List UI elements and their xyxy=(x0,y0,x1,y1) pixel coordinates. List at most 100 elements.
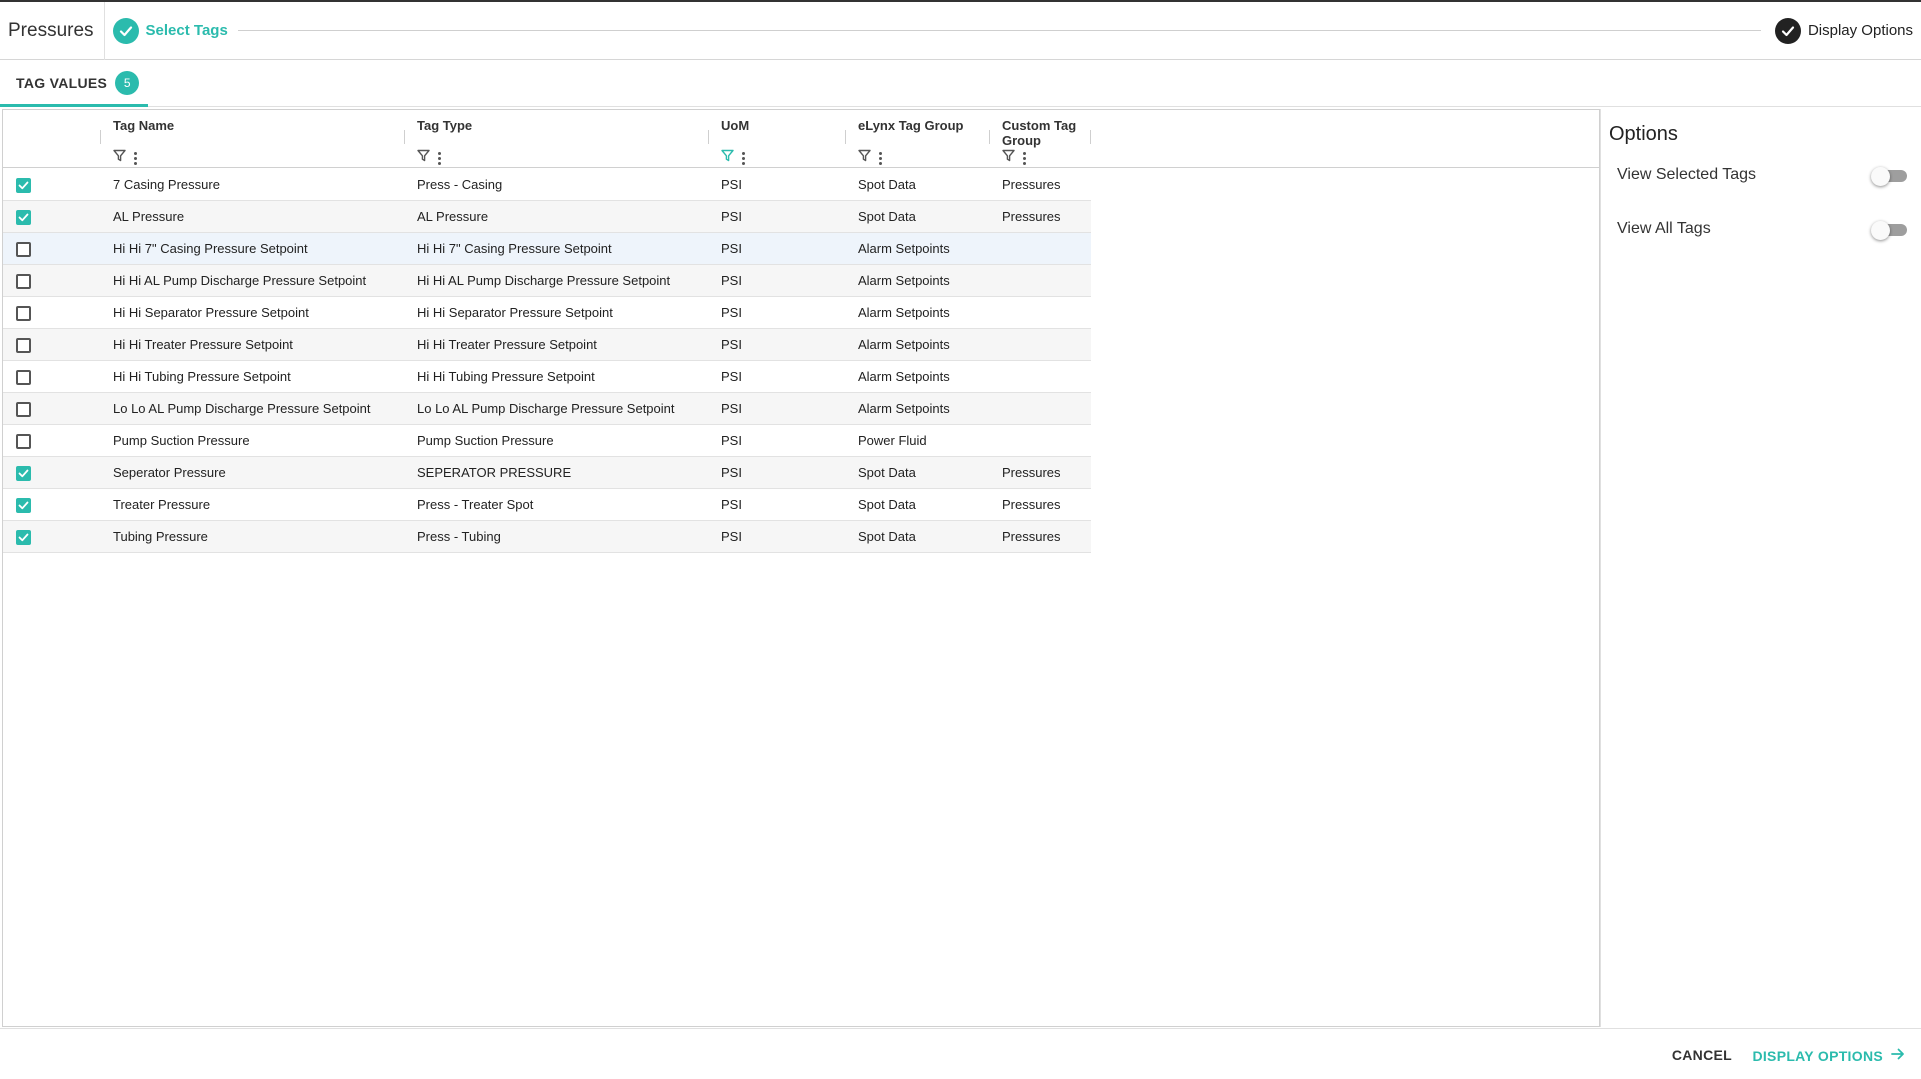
button-label: DISPLAY OPTIONS xyxy=(1752,1047,1883,1064)
column-label: Tag Name xyxy=(113,118,175,133)
cell-type: Pump Suction Pressure xyxy=(417,433,554,448)
row-checkbox[interactable] xyxy=(16,434,31,449)
cell-uom: PSI xyxy=(721,401,742,416)
table-row[interactable]: Lo Lo AL Pump Discharge Pressure Setpoin… xyxy=(3,393,1091,425)
option-view-all-tags: View All Tags xyxy=(1617,217,1907,241)
cell-custom xyxy=(1002,329,1092,361)
row-checkbox[interactable] xyxy=(16,274,31,289)
cell-group: Spot Data xyxy=(858,209,916,224)
cell-uom: PSI xyxy=(721,273,742,288)
cell-type: Press - Tubing xyxy=(417,529,501,544)
column-menu-icon[interactable] xyxy=(132,151,138,165)
column-menu-icon[interactable] xyxy=(436,151,442,165)
grid-header: Tag Name Tag Type UoM eLynx Tag Group Cu… xyxy=(3,110,1599,168)
cell-custom xyxy=(1002,297,1092,329)
column-header-tag-type[interactable]: Tag Type xyxy=(407,110,707,168)
view-selected-tags-toggle[interactable] xyxy=(1871,167,1907,186)
cell-group: Alarm Setpoints xyxy=(858,241,950,256)
row-checkbox[interactable] xyxy=(16,498,31,513)
cell-uom: PSI xyxy=(721,465,742,480)
cell-custom xyxy=(1002,425,1092,457)
header-stepper: Pressures Select Tags Display Options xyxy=(0,1,1921,60)
column-header-elynx-tag-group[interactable]: eLynx Tag Group xyxy=(848,110,988,168)
row-checkbox[interactable] xyxy=(16,210,31,225)
cell-type: Hi Hi Separator Pressure Setpoint xyxy=(417,305,613,320)
cell-name: Hi Hi Separator Pressure Setpoint xyxy=(113,305,309,320)
column-header-uom[interactable]: UoM xyxy=(711,110,841,168)
cell-name: Seperator Pressure xyxy=(113,465,226,480)
table-row[interactable]: Hi Hi AL Pump Discharge Pressure Setpoin… xyxy=(3,265,1091,297)
row-checkbox[interactable] xyxy=(16,370,31,385)
filter-icon[interactable] xyxy=(417,149,430,167)
check-circle-icon xyxy=(112,17,139,44)
tab-bar: TAG VALUES 5 xyxy=(0,61,1921,107)
filter-icon[interactable] xyxy=(721,149,734,167)
column-header-custom-tag-group[interactable]: Custom Tag Group xyxy=(992,110,1090,168)
button-label: CANCEL xyxy=(1671,1047,1732,1063)
tab-tag-values[interactable]: TAG VALUES 5 xyxy=(0,61,148,107)
table-row[interactable]: 7 Casing Pressure Press - Casing PSI Spot D… xyxy=(3,169,1091,201)
column-separator xyxy=(708,130,709,144)
column-menu-icon[interactable] xyxy=(1021,151,1027,165)
table-row[interactable]: Hi Hi Separator Pressure Setpoint Hi Hi S… xyxy=(3,297,1091,329)
view-all-tags-toggle[interactable] xyxy=(1871,221,1907,240)
column-label: Tag Type xyxy=(417,118,473,133)
table-row[interactable]: Tubing Pressure Press - Tubing PSI Spot Dat… xyxy=(3,521,1091,553)
cell-group: Power Fluid xyxy=(858,433,927,448)
row-checkbox[interactable] xyxy=(16,242,31,257)
cell-group: Spot Data xyxy=(858,529,916,544)
cell-name: Hi Hi 7" Casing Pressure Setpoint xyxy=(113,241,308,256)
filter-icon[interactable] xyxy=(858,149,871,167)
table-row[interactable]: Seperator Pressure SEPERATOR PRESSURE PSI S… xyxy=(3,457,1091,489)
cell-custom: Pressures xyxy=(1002,465,1061,480)
cell-name: Lo Lo AL Pump Discharge Pressure Setpoin… xyxy=(113,401,371,416)
filter-icon[interactable] xyxy=(113,149,126,167)
cell-custom: Pressures xyxy=(1002,497,1061,512)
row-checkbox[interactable] xyxy=(16,466,31,481)
column-label: Custom Tag Group xyxy=(1002,118,1077,148)
cell-type: Hi Hi AL Pump Discharge Pressure Setpoin… xyxy=(417,273,671,288)
cell-custom: Pressures xyxy=(1002,529,1061,544)
row-checkbox[interactable] xyxy=(16,530,31,545)
table-row[interactable]: Hi Hi Tubing Pressure Setpoint Hi Hi Tubi… xyxy=(3,361,1091,393)
table-row[interactable]: Treater Pressure Press - Treater Spot PSI S… xyxy=(3,489,1091,521)
cell-type: Hi Hi Treater Pressure Setpoint xyxy=(417,337,597,352)
table-row[interactable]: AL Pressure AL Pressure PSI Spot Data Pressu… xyxy=(3,201,1091,233)
option-label: View All Tags xyxy=(1617,220,1711,237)
column-separator xyxy=(989,130,990,144)
table-row[interactable]: Hi Hi 7" Casing Pressure Setpoint Hi Hi 7… xyxy=(3,233,1091,265)
column-header-tag-name[interactable]: Tag Name xyxy=(103,110,403,168)
column-menu-icon[interactable] xyxy=(877,151,883,165)
cell-group: Alarm Setpoints xyxy=(858,401,950,416)
cell-group: Spot Data xyxy=(858,497,916,512)
cell-name: Pump Suction Pressure xyxy=(113,433,250,448)
step-label: Select Tags xyxy=(145,22,228,39)
table-row[interactable]: Pump Suction Pressure Pump Suction Pressu… xyxy=(3,425,1091,457)
cell-name: 7 Casing Pressure xyxy=(113,177,220,192)
row-checkbox[interactable] xyxy=(16,402,31,417)
cell-uom: PSI xyxy=(721,305,742,320)
step-display-options[interactable]: Display Options xyxy=(1774,17,1913,44)
cell-type: Hi Hi Tubing Pressure Setpoint xyxy=(417,369,595,384)
cell-custom xyxy=(1002,393,1092,425)
cancel-button[interactable]: CANCEL xyxy=(1672,1047,1732,1063)
cell-uom: PSI xyxy=(721,369,742,384)
column-separator xyxy=(845,130,846,144)
column-label: eLynx Tag Group xyxy=(858,118,964,133)
cell-type: Press - Casing xyxy=(417,177,503,192)
row-checkbox[interactable] xyxy=(16,178,31,193)
row-checkbox[interactable] xyxy=(16,338,31,353)
row-checkbox[interactable] xyxy=(16,306,31,321)
table-row[interactable]: Hi Hi Treater Pressure Setpoint Hi Hi Tre… xyxy=(3,329,1091,361)
step-connector xyxy=(237,30,1761,31)
count-badge: 5 xyxy=(115,70,140,95)
cell-group: Alarm Setpoints xyxy=(858,273,950,288)
step-select-tags[interactable]: Select Tags xyxy=(112,17,228,44)
cell-type: Lo Lo AL Pump Discharge Pressure Setpoin… xyxy=(417,401,675,416)
cell-group: Alarm Setpoints xyxy=(858,369,950,384)
options-panel: Options View Selected Tags View All Tags xyxy=(1600,109,1921,1027)
column-menu-icon[interactable] xyxy=(740,151,746,165)
filter-icon[interactable] xyxy=(1002,149,1015,167)
cell-uom: PSI xyxy=(721,209,742,224)
display-options-button[interactable]: DISPLAY OPTIONS xyxy=(1752,1047,1905,1064)
